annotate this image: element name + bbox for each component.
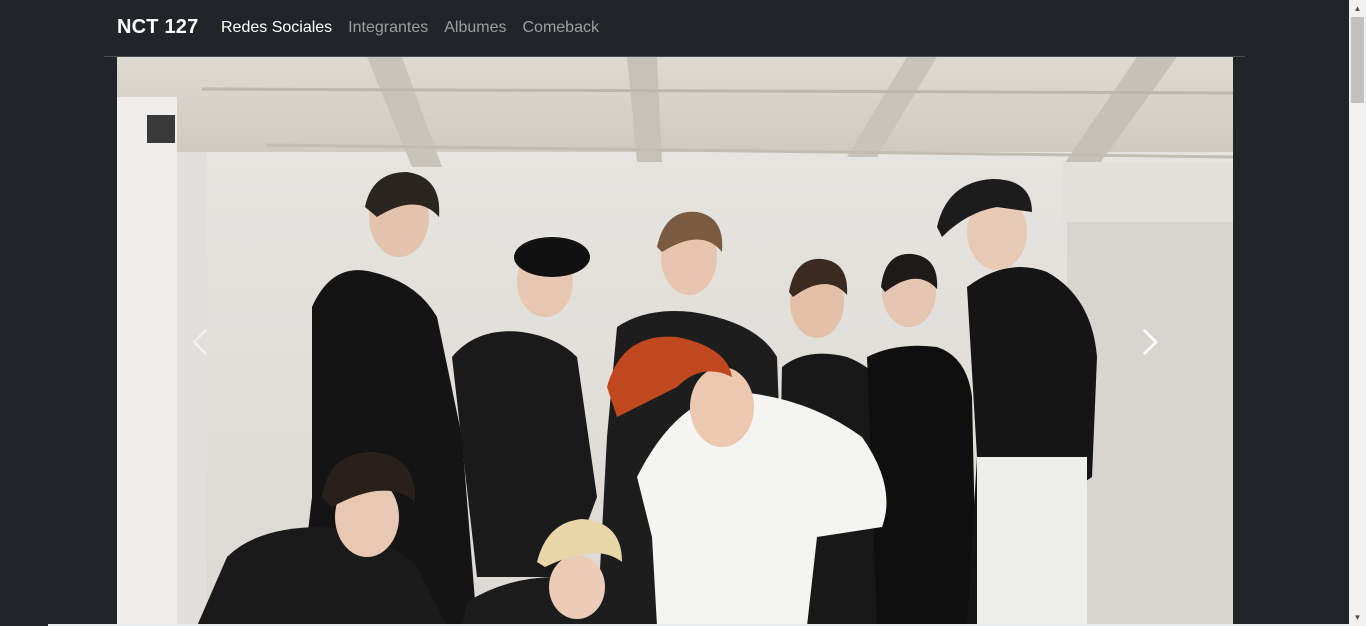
chevron-right-icon	[1143, 328, 1159, 355]
chevron-left-icon	[191, 328, 207, 355]
carousel-prev-button[interactable]	[117, 57, 284, 626]
navbar: NCT 127 Redes Sociales Integrantes Album…	[0, 0, 1349, 56]
nav-link-redes-sociales[interactable]: Redes Sociales	[213, 18, 340, 38]
carousel-next-button[interactable]	[1066, 57, 1233, 626]
nav-link-integrantes[interactable]: Integrantes	[340, 18, 436, 38]
brand-link[interactable]: NCT 127	[117, 16, 198, 39]
vertical-scrollbar[interactable]: ▲ ▼	[1349, 0, 1366, 626]
page: NCT 127 Redes Sociales Integrantes Album…	[0, 0, 1366, 626]
nav-link-albumes[interactable]: Albumes	[436, 18, 514, 38]
nav-links: Redes Sociales Integrantes Albumes Comeb…	[213, 18, 607, 38]
scroll-thumb[interactable]	[1351, 17, 1364, 103]
scroll-up-arrow-icon[interactable]: ▲	[1349, 0, 1366, 17]
scroll-down-arrow-icon[interactable]: ▼	[1349, 609, 1366, 626]
carousel	[117, 57, 1233, 626]
nav-link-comeback[interactable]: Comeback	[514, 18, 606, 38]
